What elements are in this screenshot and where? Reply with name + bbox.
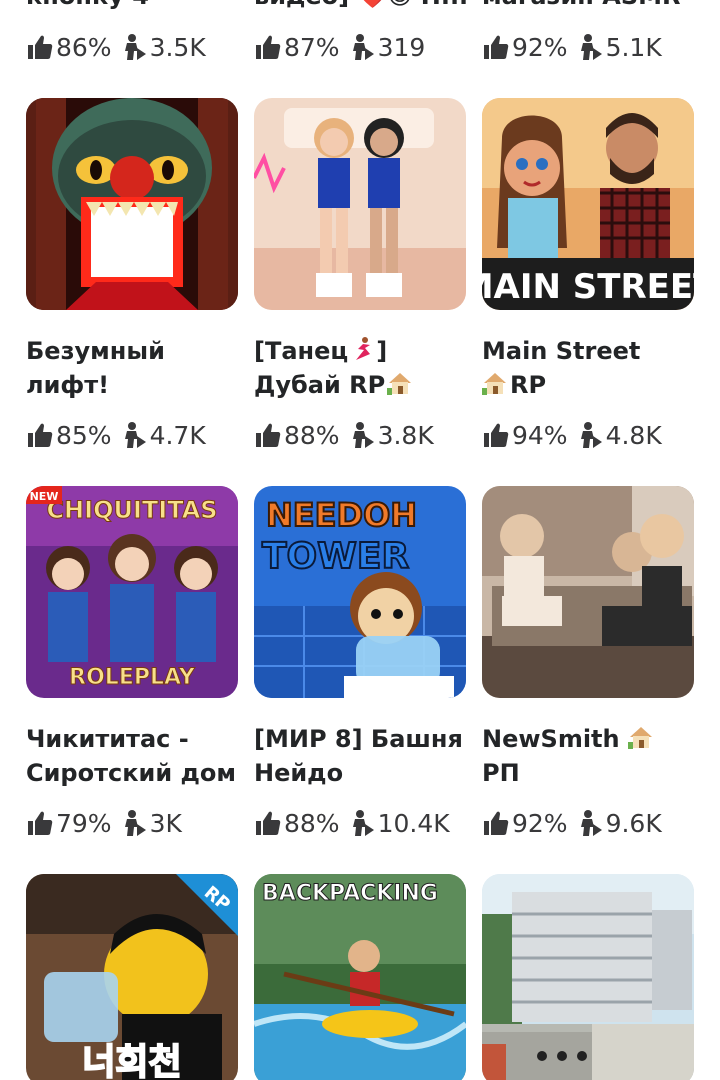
thumbs-up-icon xyxy=(26,809,54,837)
player-count: 319 xyxy=(377,32,426,62)
svg-text:ROLEPLAY: ROLEPLAY xyxy=(69,665,196,690)
thumbs-up-icon xyxy=(482,809,510,837)
house-emoji-icon xyxy=(627,724,654,750)
rating-value: 92% xyxy=(512,808,568,838)
svg-text:BACKPACKING: BACKPACKING xyxy=(262,881,438,906)
needoh-tower-thumbnail[interactable]: NEEDOH TOWER xyxy=(254,486,466,698)
player-count: 3K xyxy=(149,808,182,838)
players-icon xyxy=(348,33,376,61)
players-icon xyxy=(348,421,376,449)
player-count: 9.6K xyxy=(605,808,662,838)
game-stats: 92% 9.6K xyxy=(482,806,662,840)
thumbs-up-icon xyxy=(482,33,510,61)
player-count: 3.5K xyxy=(149,32,206,62)
rating-value: 87% xyxy=(284,32,340,62)
svg-text:CHIQUITITAS: CHIQUITITAS xyxy=(46,496,217,524)
svg-text:MAIN STREET: MAIN STREET xyxy=(482,267,694,307)
game-title: магазин АSMR xyxy=(482,0,694,12)
chiquititas-thumbnail[interactable]: CHIQUITITAS NEW ROLEPLAY xyxy=(26,486,238,698)
game-title: Main Street RP xyxy=(482,337,641,399)
player-count: 3.8K xyxy=(377,420,434,450)
players-icon xyxy=(120,809,148,837)
players-icon xyxy=(348,809,376,837)
house-emoji-icon xyxy=(387,370,413,396)
rating-value: 88% xyxy=(284,808,340,838)
players-icon xyxy=(576,421,604,449)
thumbs-up-icon xyxy=(26,33,54,61)
game-title: NewSmith РП xyxy=(482,722,694,790)
dancer-emoji-icon xyxy=(350,336,376,362)
couple-bed-thumbnail[interactable] xyxy=(482,486,694,698)
game-stats: 87% 319 xyxy=(254,30,425,64)
game-title: Безумный лифт! xyxy=(26,337,165,399)
game-title: [МИР 8] Башня Нейдо xyxy=(254,725,463,787)
thumbs-up-icon xyxy=(254,421,282,449)
players-icon xyxy=(120,33,148,61)
game-title: [Танец] Дубай RP xyxy=(254,334,466,402)
rating-value: 92% xyxy=(512,32,568,62)
players-icon xyxy=(576,809,604,837)
thumbs-up-icon xyxy=(254,33,282,61)
svg-text:TOWER: TOWER xyxy=(262,536,409,577)
thumbs-up-icon xyxy=(26,421,54,449)
house-emoji-icon xyxy=(482,370,508,396)
game-stats: 88% 3.8K xyxy=(254,418,434,452)
thumbs-up-icon xyxy=(482,421,510,449)
game-grid: кнопку 4 86% 3.5K видео] ❤️😊 П... 87% 31… xyxy=(0,0,720,1080)
rating-value: 86% xyxy=(56,32,112,62)
svg-text:NEW: NEW xyxy=(30,490,59,503)
backpacking-thumbnail[interactable]: BACKPACKING xyxy=(254,874,466,1080)
main-street-thumbnail[interactable]: MAIN STREET xyxy=(482,98,694,310)
thumbs-up-icon xyxy=(254,809,282,837)
game-title: видео] ❤️😊 П... xyxy=(254,0,466,12)
players-icon xyxy=(576,33,604,61)
players-icon xyxy=(120,421,148,449)
rating-value: 88% xyxy=(284,420,340,450)
game-stats: 79% 3K xyxy=(26,806,182,840)
player-count: 5.1K xyxy=(605,32,662,62)
cheerleaders-thumbnail[interactable] xyxy=(254,98,466,310)
rating-value: 85% xyxy=(56,420,112,450)
svg-text:NEEDOH: NEEDOH xyxy=(266,496,417,534)
game-stats: 85% 4.7K xyxy=(26,418,206,452)
svg-text:너희천: 너희천 xyxy=(82,1042,181,1080)
bathhouse-thumbnail[interactable]: RP 너희천 xyxy=(26,874,238,1080)
rating-value: 94% xyxy=(512,420,568,450)
rating-value: 79% xyxy=(56,808,112,838)
game-title: кнопку 4 xyxy=(26,0,238,12)
player-count: 4.8K xyxy=(605,420,662,450)
apartment-block-thumbnail[interactable] xyxy=(482,874,694,1080)
game-stats: 94% 4.8K xyxy=(482,418,662,452)
clown-elevator-thumbnail[interactable] xyxy=(26,98,238,310)
game-stats: 86% 3.5K xyxy=(26,30,206,64)
game-title: Чикититас - Сиротский дом xyxy=(26,725,236,787)
game-stats: 92% 5.1K xyxy=(482,30,662,64)
player-count: 10.4K xyxy=(377,808,450,838)
game-stats: 88% 10.4K xyxy=(254,806,450,840)
player-count: 4.7K xyxy=(149,420,206,450)
